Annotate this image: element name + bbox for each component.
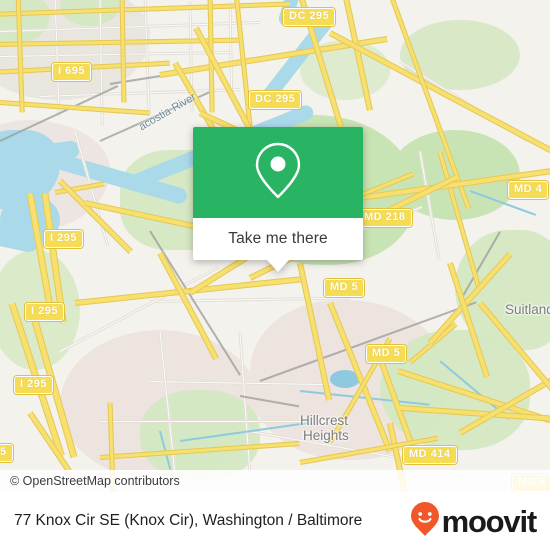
highway-shield: MD 5: [324, 279, 365, 297]
highway: [99, 441, 300, 460]
map-pin-icon: [251, 139, 305, 206]
highway: [15, 0, 25, 113]
callout-action[interactable]: Take me there: [193, 218, 363, 260]
highway-shield: I 295: [44, 230, 83, 248]
highway: [437, 151, 481, 288]
address-label: 77 Knox Cir SE (Knox Cir), Washington / …: [14, 512, 363, 529]
highway-shield: MD 5: [366, 345, 407, 363]
highway-shield: I 695: [52, 63, 91, 81]
take-me-there-callout[interactable]: Take me there: [193, 127, 363, 272]
highway-shield: MD 218: [358, 209, 412, 227]
highway: [119, 0, 127, 103]
callout-icon-area: [193, 127, 363, 218]
highway-shield: DC 295: [283, 8, 336, 26]
moovit-logo[interactable]: moovit: [410, 501, 538, 542]
highway-shield: I 295: [14, 376, 53, 394]
footer-bar: 77 Knox Cir SE (Knox Cir), Washington / …: [0, 492, 550, 550]
map-screenshot: acostia River Suitland Hillcrest Heights…: [0, 0, 550, 550]
take-me-there-label: Take me there: [228, 230, 328, 247]
highway-shield: I 295: [25, 303, 64, 321]
moovit-wordmark: moovit: [441, 503, 538, 539]
place-label-heights: Heights: [303, 428, 349, 443]
moovit-smiley-pin-icon: [410, 501, 440, 542]
place-label-hillcrest: Hillcrest: [300, 413, 349, 428]
highway: [458, 370, 550, 436]
callout-pointer: [267, 260, 289, 272]
highway: [0, 1, 290, 17]
highway: [157, 251, 219, 361]
highway-shield: DC 295: [249, 91, 302, 109]
place-label-suitland: Suitland: [505, 302, 550, 317]
highway: [399, 405, 550, 422]
attribution-text: © OpenStreetMap contributors: [10, 474, 180, 488]
map-attribution: © OpenStreetMap contributors: [0, 470, 550, 492]
highway-shield: MD 414: [403, 446, 457, 464]
highway-shield: MD 4: [508, 181, 549, 199]
highway-shield: 5: [0, 444, 13, 462]
